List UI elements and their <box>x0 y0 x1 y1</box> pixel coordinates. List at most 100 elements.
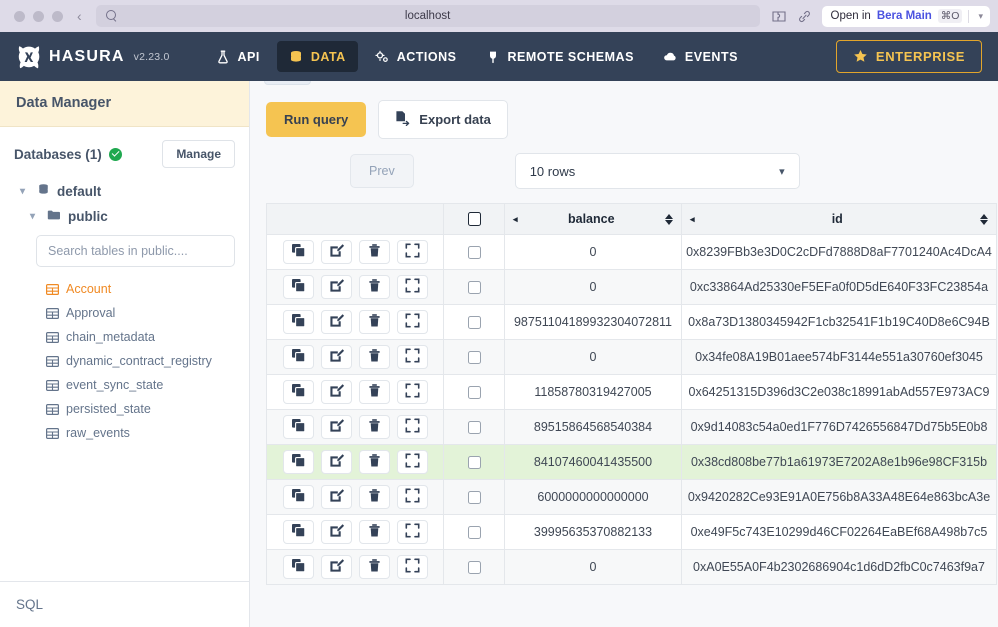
sidebar-table-raw-events[interactable]: raw_events <box>0 421 249 445</box>
clone-row-button[interactable] <box>282 520 314 544</box>
header-select-all[interactable] <box>443 203 505 235</box>
nav-item-api[interactable]: API <box>204 41 272 72</box>
maximize-window-button[interactable] <box>52 10 63 22</box>
delete-row-button[interactable] <box>358 240 390 264</box>
nav-item-actions[interactable]: ACTIONS <box>363 41 469 72</box>
sidebar-item-sql[interactable]: SQL <box>0 582 249 627</box>
chevron-down-icon[interactable]: ▾ <box>30 211 40 222</box>
edit-row-button[interactable] <box>320 555 352 579</box>
expand-row-button[interactable] <box>396 485 428 509</box>
clone-row-button[interactable] <box>282 380 314 404</box>
table-row[interactable]: 0 0xA0E55A0F4b2302686904c1d6dD2fbC0c7463f… <box>266 549 997 585</box>
table-row[interactable]: 89515864568540384 0x9d14083c54a0ed1F776D7… <box>266 409 997 445</box>
row-select-checkbox[interactable] <box>467 245 481 259</box>
table-row[interactable]: 11858780319427005 0x64251315D396d3C2e038c… <box>266 374 997 410</box>
nav-item-data[interactable]: DATA <box>276 41 358 72</box>
expand-row-button[interactable] <box>396 380 428 404</box>
clone-row-button[interactable] <box>282 240 314 264</box>
extensions-icon[interactable] <box>771 10 787 23</box>
clone-row-button[interactable] <box>282 275 314 299</box>
header-id[interactable]: ◂ id <box>681 203 997 235</box>
minimize-window-button[interactable] <box>33 10 44 22</box>
header-balance[interactable]: ◂ balance <box>504 203 682 235</box>
clone-row-button[interactable] <box>282 555 314 579</box>
link-icon[interactable] <box>797 10 812 23</box>
expand-row-button[interactable] <box>396 415 428 439</box>
clone-row-button[interactable] <box>282 415 314 439</box>
expand-row-button[interactable] <box>396 310 428 334</box>
clone-row-button[interactable] <box>282 485 314 509</box>
edit-row-button[interactable] <box>320 345 352 369</box>
row-select-checkbox[interactable] <box>467 350 481 364</box>
sort-toggle-icon[interactable] <box>980 213 988 225</box>
chevron-down-icon[interactable]: ▾ <box>975 11 986 22</box>
row-select-checkbox[interactable] <box>467 490 481 504</box>
sidebar-table-chain-metadata[interactable]: chain_metadata <box>0 325 249 349</box>
edit-row-button[interactable] <box>320 415 352 439</box>
close-window-button[interactable] <box>14 10 25 22</box>
sidebar-table-persisted-state[interactable]: persisted_state <box>0 397 249 421</box>
expand-row-button[interactable] <box>396 240 428 264</box>
clone-row-button[interactable] <box>282 310 314 334</box>
open-in-app-button[interactable]: Open in Bera Main ⌘O ▾ <box>821 5 990 27</box>
edit-row-button[interactable] <box>320 485 352 509</box>
expand-row-button[interactable] <box>396 555 428 579</box>
sidebar-table-dynamic-contract-registry[interactable]: dynamic_contract_registry <box>0 349 249 373</box>
table-row[interactable]: 84107460041435500 0x38cd808be77b1a61973E7… <box>266 444 997 480</box>
edit-row-button[interactable] <box>320 275 352 299</box>
row-select-checkbox[interactable] <box>467 525 481 539</box>
row-select-checkbox[interactable] <box>467 420 481 434</box>
rows-per-page-select[interactable]: 10 rows ▾ <box>514 153 800 189</box>
expand-row-button[interactable] <box>396 345 428 369</box>
data-table-scroll[interactable]: ◂ balance ◂ id 0 0x8239FBb3e3D0C2cDFd788… <box>266 203 998 585</box>
row-select-checkbox[interactable] <box>467 455 481 469</box>
row-select-checkbox[interactable] <box>467 560 481 574</box>
export-data-button[interactable]: Export data <box>378 100 508 139</box>
edit-row-button[interactable] <box>320 450 352 474</box>
manage-databases-button[interactable]: Manage <box>162 140 235 168</box>
delete-row-button[interactable] <box>358 310 390 334</box>
delete-row-button[interactable] <box>358 275 390 299</box>
sort-toggle-icon[interactable] <box>665 213 673 225</box>
delete-row-button[interactable] <box>358 450 390 474</box>
expand-row-button[interactable] <box>396 275 428 299</box>
prev-page-button[interactable]: Prev <box>350 154 414 188</box>
chevron-down-icon[interactable]: ▾ <box>20 186 30 197</box>
table-row[interactable]: 0 0x34fe08A19B01aee574bF3144e551a30760ef3… <box>266 339 997 375</box>
url-bar[interactable]: localhost <box>95 5 760 27</box>
tree-item-public[interactable]: ▾ public <box>0 204 249 229</box>
search-tables-input[interactable] <box>36 235 235 267</box>
tree-item-default[interactable]: ▾ default <box>0 178 249 204</box>
window-traffic-lights[interactable] <box>8 10 63 22</box>
edit-row-button[interactable] <box>320 520 352 544</box>
sidebar-table-approval[interactable]: Approval <box>0 301 249 325</box>
table-row[interactable]: 6000000000000000 0x9420282Ce93E91A0E756b8… <box>266 479 997 515</box>
back-chevron-icon[interactable]: ‹ <box>71 9 88 23</box>
expand-row-button[interactable] <box>396 450 428 474</box>
table-row[interactable]: 98751104189932304072811 0x8a73D1380345942… <box>266 304 997 340</box>
select-all-checkbox[interactable] <box>467 212 481 226</box>
row-select-checkbox[interactable] <box>467 280 481 294</box>
edit-row-button[interactable] <box>320 380 352 404</box>
table-row[interactable]: 0 0x8239FBb3e3D0C2cDFd7888D8aF7701240Ac4D… <box>266 234 997 270</box>
delete-row-button[interactable] <box>358 415 390 439</box>
delete-row-button[interactable] <box>358 555 390 579</box>
edit-row-button[interactable] <box>320 240 352 264</box>
table-row[interactable]: 39995635370882133 0xe49F5c743E10299d46CF0… <box>266 514 997 550</box>
edit-row-button[interactable] <box>320 310 352 334</box>
cutoff-tab-left[interactable] <box>264 81 311 85</box>
run-query-button[interactable]: Run query <box>266 102 367 137</box>
clone-row-button[interactable] <box>282 450 314 474</box>
row-select-checkbox[interactable] <box>467 315 481 329</box>
delete-row-button[interactable] <box>358 520 390 544</box>
delete-row-button[interactable] <box>358 485 390 509</box>
enterprise-button[interactable]: ENTERPRISE <box>835 40 982 73</box>
sidebar-table-event-sync-state[interactable]: event_sync_state <box>0 373 249 397</box>
delete-row-button[interactable] <box>358 345 390 369</box>
nav-item-remote-schemas[interactable]: REMOTE SCHEMAS <box>473 41 645 72</box>
nav-item-events[interactable]: EVENTS <box>651 41 750 72</box>
sidebar-table-account[interactable]: Account <box>0 277 249 301</box>
row-select-checkbox[interactable] <box>467 385 481 399</box>
clone-row-button[interactable] <box>282 345 314 369</box>
expand-row-button[interactable] <box>396 520 428 544</box>
